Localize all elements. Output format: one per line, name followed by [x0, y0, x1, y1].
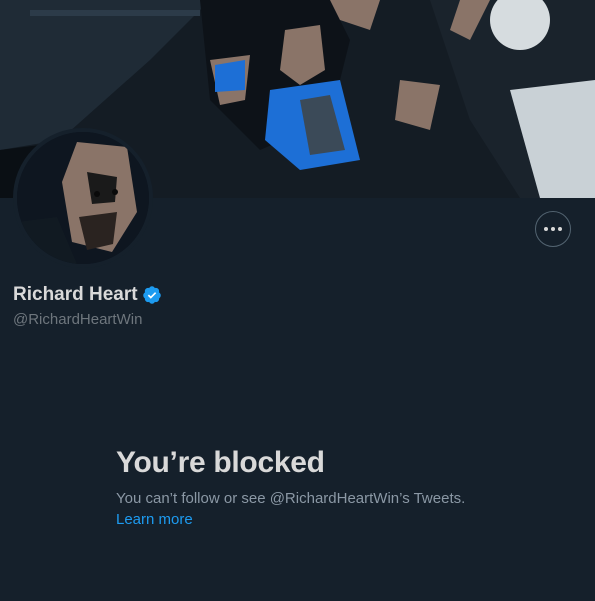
more-options-button[interactable] [535, 211, 571, 247]
blocked-message: You can’t follow or see @RichardHeartWin… [116, 490, 466, 507]
dot [551, 227, 555, 231]
dot [544, 227, 548, 231]
verified-badge-icon[interactable] [142, 285, 162, 305]
more-horizontal-icon [544, 227, 562, 231]
learn-more-link[interactable]: Learn more [116, 511, 193, 528]
profile-name-row: Richard Heart [13, 284, 162, 306]
display-name: Richard Heart [13, 284, 138, 305]
avatar-image [17, 132, 149, 264]
profile-avatar[interactable] [13, 128, 153, 268]
dot [558, 227, 562, 231]
blocked-notice: You’re blocked You can’t follow or see @… [116, 446, 536, 529]
profile-handle: @RichardHeartWin [13, 311, 143, 328]
blocked-title: You’re blocked [116, 446, 325, 479]
